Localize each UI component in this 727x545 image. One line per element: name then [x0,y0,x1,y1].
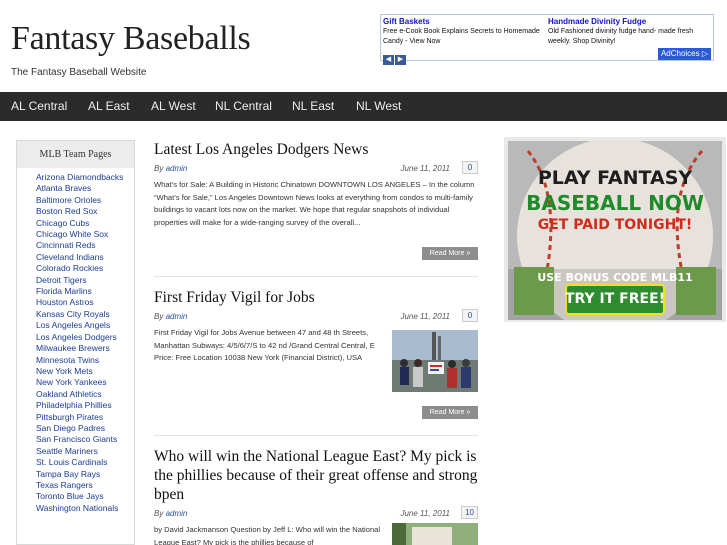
post-first-friday-vigil: First Friday Vigil for Jobs By admin Jun… [154,288,478,422]
ad-item[interactable]: Gift Baskets Free e-Cook Book Explains S… [383,17,543,47]
team-link[interactable]: Milwaukee Brewers [36,343,128,354]
post-thumbnail[interactable] [392,523,478,545]
post-meta: By admin June 11, 2011 10 [154,506,478,522]
post-excerpt: What’s for Sale: A Building in Historic … [154,180,475,227]
byline-label: By [154,312,164,321]
chevron-left-icon[interactable]: ◀ [383,55,394,65]
team-link[interactable]: Kansas City Royals [36,309,128,320]
text-ad-unit: Gift Baskets Free e-Cook Book Explains S… [380,14,714,65]
read-more-button[interactable]: Read More » [422,247,478,260]
byline-label: By [154,509,164,518]
author-link[interactable]: admin [166,164,188,173]
team-link[interactable]: New York Mets [36,366,128,377]
post-title[interactable]: Latest Los Angeles Dodgers News [154,140,478,159]
team-link[interactable]: Florida Marlins [36,286,128,297]
team-link[interactable]: Washington Nationals [36,503,128,514]
post-title[interactable]: First Friday Vigil for Jobs [154,288,478,307]
post-thumbnail[interactable] [392,330,478,392]
post-title[interactable]: Who will win the National League East? M… [154,447,478,504]
ad-text: Old Fashioned divinity fudge hand- made … [548,28,694,45]
team-link[interactable]: Detroit Tigers [36,275,128,286]
comment-count-badge[interactable]: 0 [462,309,478,322]
team-link[interactable]: Philadelphia Phillies [36,400,128,411]
author-link[interactable]: admin [166,312,188,321]
team-link[interactable]: San Francisco Giants [36,434,128,445]
nav-item-al-east[interactable]: AL East [88,92,130,121]
team-sidebar: MLB Team Pages Arizona Diamondbacks Atla… [16,140,135,545]
sidebar-title: MLB Team Pages [17,141,134,168]
nav-item-al-central[interactable]: AL Central [11,92,67,121]
team-link[interactable]: Cleveland Indians [36,252,128,263]
ad-title[interactable]: Gift Baskets [383,17,543,27]
team-link[interactable]: Arizona Diamondbacks [36,172,128,183]
team-link[interactable]: Baltimore Orioles [36,195,128,206]
team-list: Arizona Diamondbacks Atlanta Braves Balt… [17,168,134,514]
team-link[interactable]: Seattle Mariners [36,446,128,457]
team-link[interactable]: Texas Rangers [36,480,128,491]
team-link[interactable]: Houston Astros [36,297,128,308]
nav-item-al-west[interactable]: AL West [151,92,196,121]
ad-text: Free e-Cook Book Explains Secrets to Hom… [383,28,540,45]
post-divider [154,276,478,277]
team-link[interactable]: Tampa Bay Rays [36,469,128,480]
team-link[interactable]: Boston Red Sox [36,206,128,217]
post-nl-east-pick: Who will win the National League East? M… [154,447,478,545]
team-link[interactable]: Toronto Blue Jays [36,491,128,502]
team-link[interactable]: Colorado Rockies [36,263,128,274]
nav-item-nl-east[interactable]: NL East [292,92,334,121]
team-link[interactable]: Los Angeles Dodgers [36,332,128,343]
team-link[interactable]: Atlanta Braves [36,183,128,194]
team-link[interactable]: St. Louis Cardinals [36,457,128,468]
post-excerpt: First Friday Vigil for Jobs Avenue betwe… [154,328,375,362]
try-it-free-button[interactable]: TRY IT FREE! [508,291,722,307]
post-date: June 11, 2011 [400,509,450,518]
post-excerpt: by David Jackmanson Question by Jeff L: … [154,525,381,545]
ad-item[interactable]: Handmade Divinity Fudge Old Fashioned di… [548,17,708,47]
team-link[interactable]: San Diego Padres [36,423,128,434]
site-tagline: The Fantasy Baseball Website [11,67,147,78]
banner-bonus-code: USE BONUS CODE MLB11 [537,271,693,284]
team-link[interactable]: New York Yankees [36,377,128,388]
author-link[interactable]: admin [166,509,188,518]
byline-label: By [154,164,164,173]
main-nav: AL Central AL East AL West NL Central NL… [0,92,727,121]
fantasy-baseball-banner-ad[interactable]: PLAY FANTASY BASEBALL NOW GET PAID TONIG… [508,141,722,320]
ad-title[interactable]: Handmade Divinity Fudge [548,17,708,27]
chevron-right-icon[interactable]: ▶ [395,55,406,65]
post-latest-dodgers-news: Latest Los Angeles Dodgers News By admin… [154,140,478,262]
team-link[interactable]: Los Angeles Angels [36,320,128,331]
team-link[interactable]: Chicago Cubs [36,218,128,229]
comment-count-badge[interactable]: 10 [461,506,478,519]
team-link[interactable]: Pittsburgh Pirates [36,412,128,423]
banner-subheadline: GET PAID TONIGHT! [537,217,693,233]
team-link[interactable]: Cincinnati Reds [36,240,128,251]
post-divider [154,435,478,436]
read-more-button[interactable]: Read More » [422,406,478,419]
post-meta: By admin June 11, 2011 0 [154,161,478,177]
comment-count-badge[interactable]: 0 [462,161,478,174]
nav-item-nl-central[interactable]: NL Central [215,92,272,121]
post-date: June 11, 2011 [400,164,450,173]
post-date: June 11, 2011 [400,312,450,321]
nav-item-nl-west[interactable]: NL West [356,92,401,121]
team-link[interactable]: Chicago White Sox [36,229,128,240]
team-link[interactable]: Oakland Athletics [36,389,128,400]
banner-headline-2: BASEBALL NOW [526,191,704,215]
post-meta: By admin June 11, 2011 0 [154,309,478,325]
site-title[interactable]: Fantasy Baseballs [11,20,251,58]
team-link[interactable]: Minnesota Twins [36,355,128,366]
banner-headline: PLAY FANTASY [537,167,693,189]
adchoices-button[interactable]: AdChoices ▷ [657,48,711,60]
